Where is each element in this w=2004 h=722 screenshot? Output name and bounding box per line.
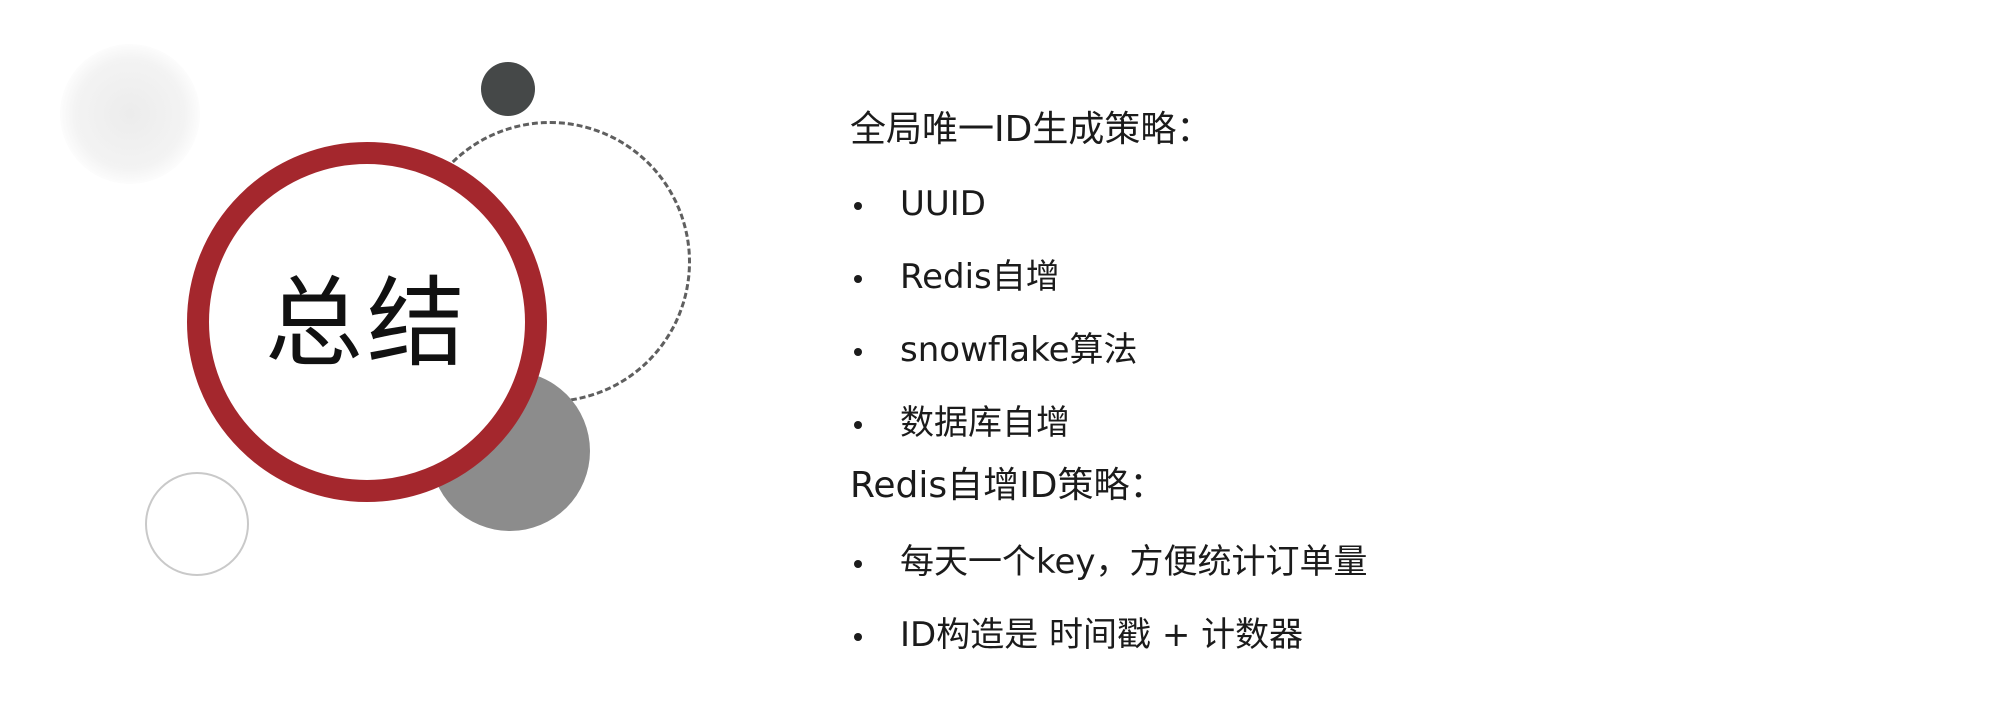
global-id-strategy-list: UUID Redis自增 snowflake算法 数据库自增 [850, 172, 1368, 464]
section-heading-redis-id: Redis自增ID策略： [850, 465, 1166, 506]
title-circle: 总结 [187, 142, 547, 502]
redis-id-strategy-list: 每天一个key，方便统计订单量 ID构造是 时间戳 + 计数器 [850, 530, 1368, 676]
list-item: snowflake算法 [850, 318, 1368, 391]
list-item-text: Redis自增 [900, 257, 1060, 297]
list-item: 数据库自增 [850, 391, 1368, 464]
slide-title: 总结 [264, 267, 469, 381]
bullet-icon [854, 202, 862, 210]
decorative-blur-circle [60, 44, 200, 184]
section-heading-global-id: 全局唯一ID生成策略： [850, 109, 1213, 150]
summary-content: 全局唯一ID生成策略： UUID Redis自增 snowflake算法 数据库… [850, 108, 1368, 676]
list-item-text: UUID [900, 184, 986, 224]
list-item: UUID [850, 172, 1368, 245]
bullet-icon [854, 560, 862, 568]
bullet-icon [854, 421, 862, 429]
bullet-icon [854, 633, 862, 641]
decorative-outline-circle [145, 472, 249, 576]
bullet-icon [854, 275, 862, 283]
summary-slide: 总结 全局唯一ID生成策略： UUID Redis自增 snowflake算法 … [0, 0, 2004, 722]
list-item-text: snowflake算法 [900, 330, 1138, 370]
decorative-dark-circle [481, 62, 535, 116]
list-item-text: ID构造是 时间戳 + 计数器 [900, 615, 1304, 655]
list-item-text: 数据库自增 [900, 403, 1070, 443]
list-item: ID构造是 时间戳 + 计数器 [850, 603, 1368, 676]
list-item: 每天一个key，方便统计订单量 [850, 530, 1368, 603]
bullet-icon [854, 348, 862, 356]
list-item-text: 每天一个key，方便统计订单量 [900, 542, 1368, 582]
list-item: Redis自增 [850, 245, 1368, 318]
